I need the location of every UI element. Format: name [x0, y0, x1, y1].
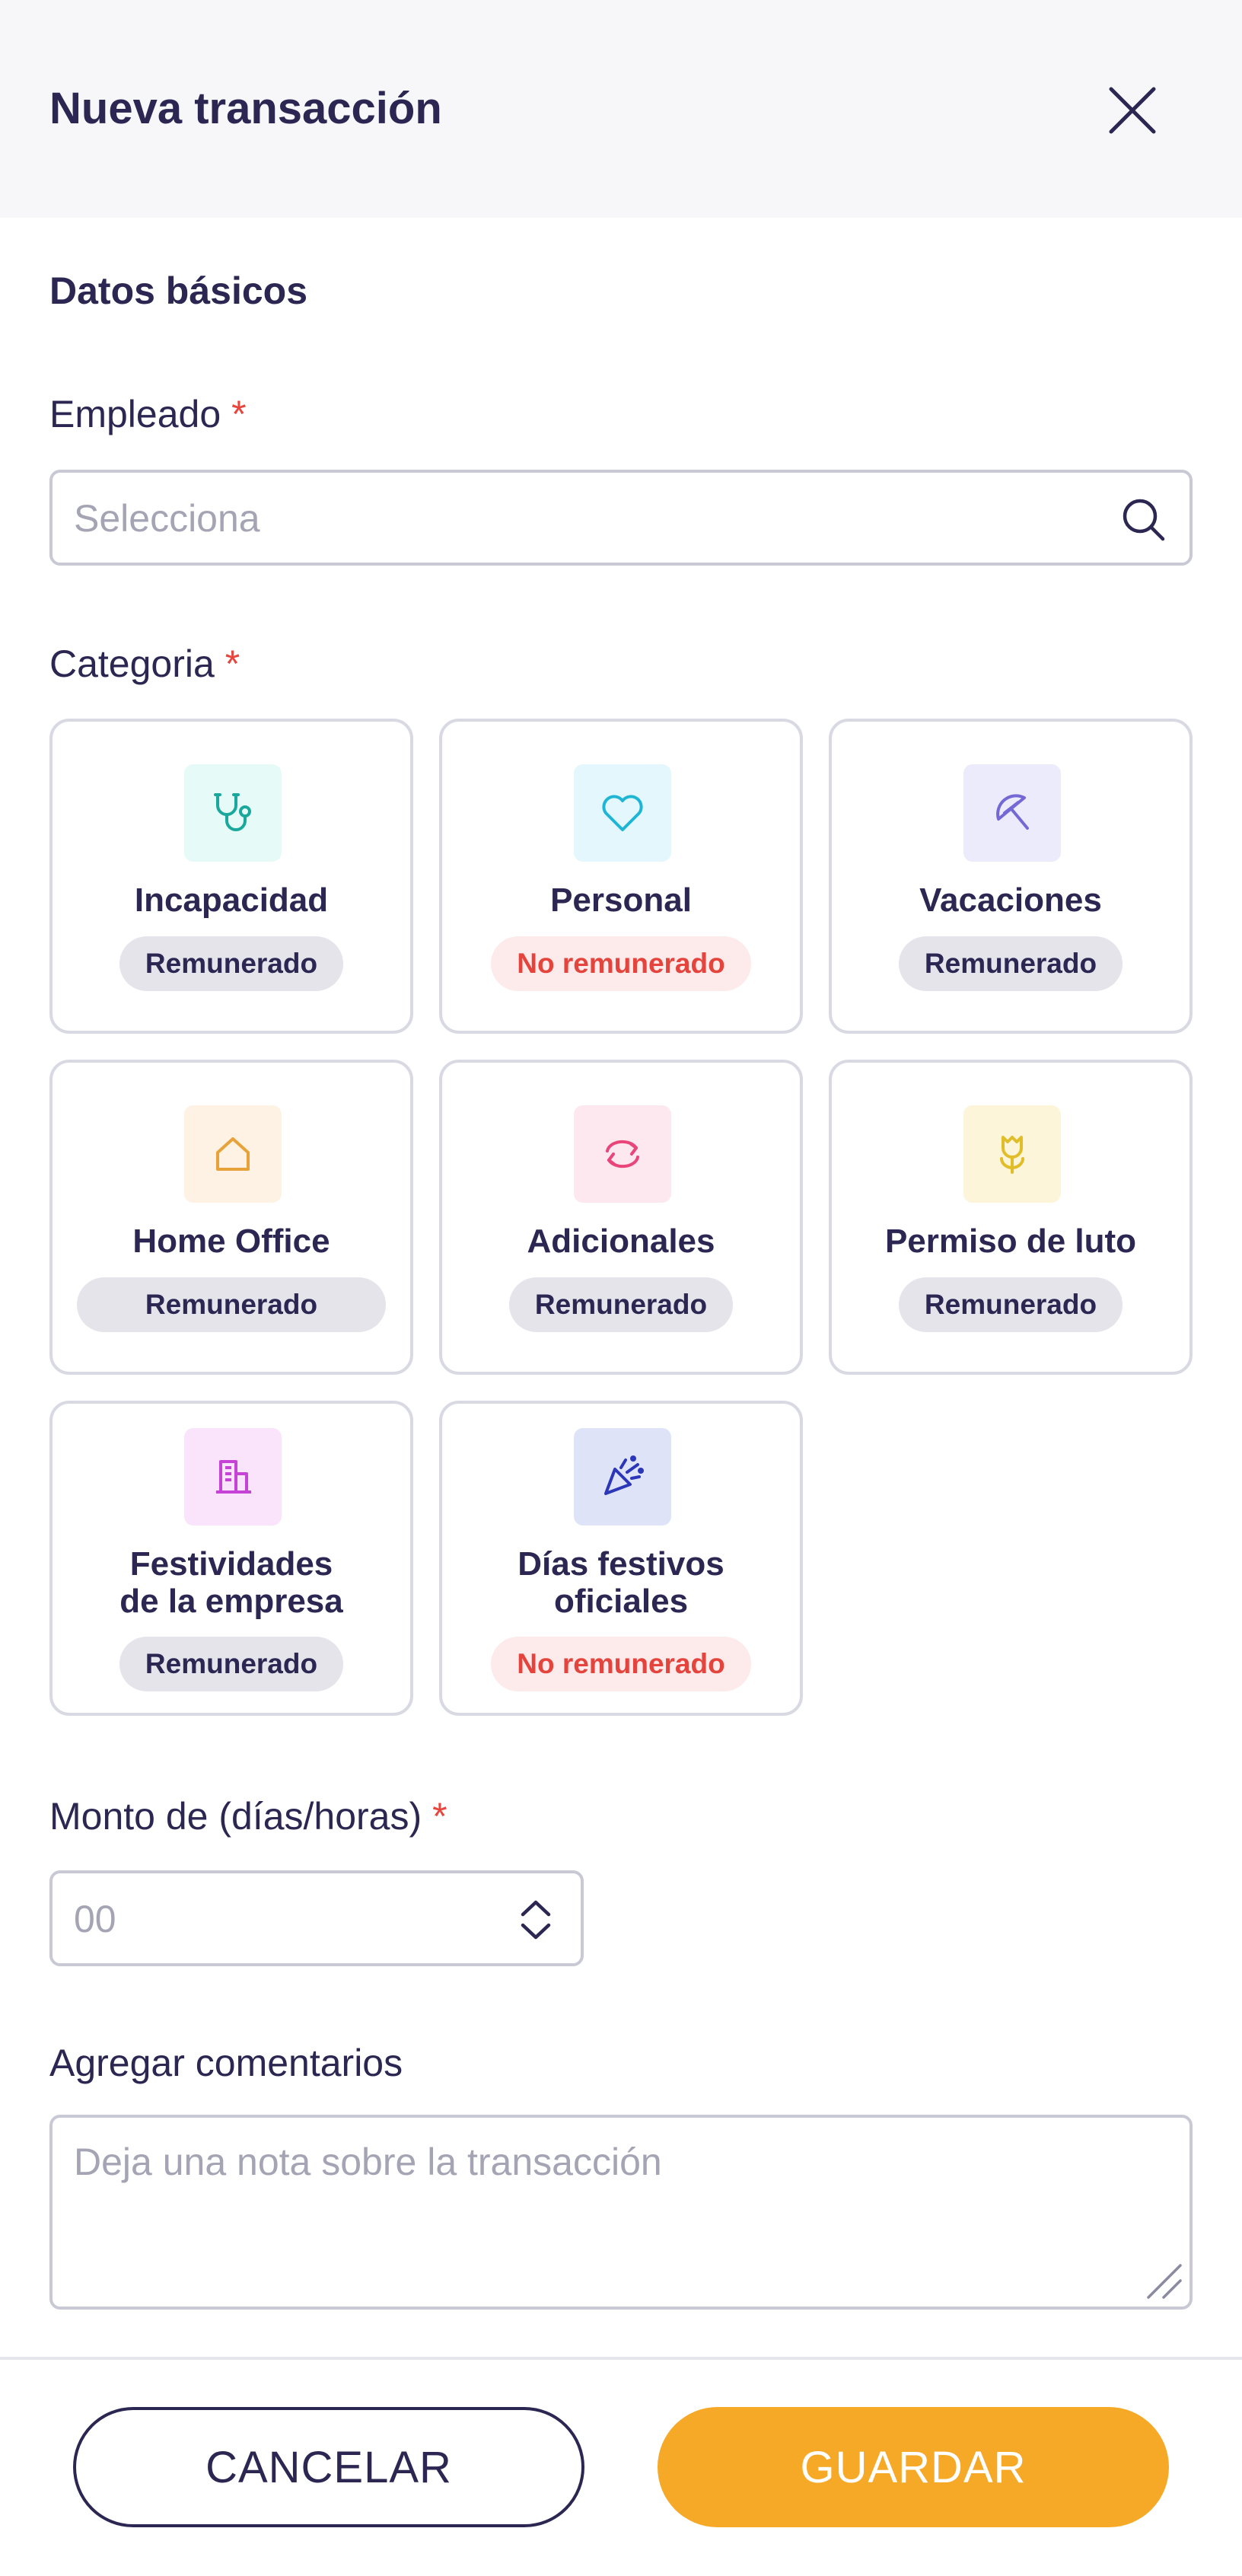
- category-name: Adicionales: [527, 1223, 715, 1260]
- category-name-line: de la empresa: [119, 1583, 343, 1620]
- amount-input[interactable]: [74, 1895, 485, 1943]
- section-title: Datos básicos: [49, 269, 308, 312]
- category-icon-box: [574, 1105, 671, 1203]
- category-grid: Incapacidad Remunerado Personal No remun…: [49, 719, 1193, 1717]
- category-name: Home Office: [132, 1223, 330, 1260]
- employee-label-text: Empleado: [49, 393, 221, 435]
- status-badge: Remunerado: [898, 1277, 1123, 1332]
- category-name: Vacaciones: [919, 882, 1102, 919]
- status-badge: Remunerado: [898, 936, 1123, 991]
- category-name: Días festivos oficiales: [450, 1545, 792, 1620]
- category-icon-box: [184, 764, 282, 862]
- comments-label: Agregar comentarios: [49, 2042, 403, 2084]
- required-mark: *: [432, 1795, 447, 1838]
- category-label: Categoria *: [49, 639, 240, 688]
- employee-search-field[interactable]: [49, 470, 1193, 566]
- refresh-icon: [606, 1140, 639, 1168]
- close-icon: [1109, 87, 1156, 134]
- party-popper-icon: [604, 1455, 644, 1495]
- save-button[interactable]: GUARDAR: [658, 2407, 1169, 2527]
- modal-header: Nueva transacción: [0, 0, 1242, 218]
- category-icon-box: [963, 1105, 1061, 1203]
- category-card-festividades[interactable]: Festividades de la empresa Remunerado: [49, 1401, 413, 1716]
- category-name: Permiso de luto: [884, 1223, 1137, 1260]
- category-name-line: Días festivos: [518, 1545, 724, 1583]
- comments-field[interactable]: [49, 2115, 1193, 2310]
- comments-textarea[interactable]: [74, 2138, 1139, 2282]
- tulip-icon: [1000, 1136, 1024, 1174]
- status-badge: No remunerado: [491, 1637, 751, 1691]
- resize-handle-icon[interactable]: [1144, 2261, 1183, 2300]
- employee-search-input[interactable]: [74, 494, 1063, 543]
- chevron-up-down-icon[interactable]: [509, 1893, 562, 1946]
- amount-label-text: Monto de (días/horas): [49, 1795, 422, 1838]
- amount-label: Monto de (días/horas) *: [49, 1792, 447, 1841]
- building-icon: [216, 1460, 251, 1494]
- category-card-adicionales[interactable]: Adicionales Remunerado: [439, 1060, 803, 1375]
- category-icon-box: [574, 764, 671, 862]
- status-badge: No remunerado: [491, 936, 751, 991]
- category-card-personal[interactable]: Personal No remunerado: [439, 719, 803, 1034]
- umbrella-icon: [996, 794, 1029, 830]
- category-card-home-office[interactable]: Home Office Remunerado: [49, 1060, 413, 1375]
- category-card-permiso-de-luto[interactable]: Permiso de luto Remunerado: [829, 1060, 1193, 1375]
- search-icon[interactable]: [1119, 496, 1167, 543]
- category-name: Festividades de la empresa: [60, 1545, 403, 1620]
- category-card-incapacidad[interactable]: Incapacidad Remunerado: [49, 719, 413, 1034]
- status-badge: Remunerado: [508, 1277, 734, 1332]
- status-badge: Remunerado: [119, 936, 344, 991]
- category-name: Incapacidad: [134, 882, 329, 919]
- cancel-button[interactable]: CANCELAR: [73, 2407, 584, 2527]
- category-icon-box: [963, 764, 1061, 862]
- close-button[interactable]: [1094, 76, 1170, 145]
- employee-label: Empleado *: [49, 390, 247, 438]
- required-mark: *: [225, 642, 240, 685]
- category-label-text: Categoria: [49, 642, 215, 685]
- amount-field[interactable]: [49, 1870, 584, 1966]
- category-name-line: oficiales: [553, 1583, 689, 1620]
- status-badge: Remunerado: [76, 1277, 387, 1332]
- home-icon: [216, 1137, 250, 1171]
- modal-title: Nueva transacción: [49, 84, 442, 133]
- category-icon-box: [184, 1428, 282, 1526]
- category-icon-box: [184, 1105, 282, 1203]
- category-icon-box: [574, 1428, 671, 1526]
- category-name: Personal: [550, 882, 692, 919]
- category-card-dias-festivos[interactable]: Días festivos oficiales No remunerado: [439, 1401, 803, 1716]
- footer-divider: [0, 2357, 1242, 2360]
- category-name-line: Festividades: [129, 1545, 333, 1583]
- status-badge: Remunerado: [119, 1637, 344, 1691]
- required-mark: *: [231, 393, 247, 435]
- heart-icon: [602, 795, 643, 831]
- stethoscope-icon: [214, 793, 251, 831]
- category-card-vacaciones[interactable]: Vacaciones Remunerado: [829, 719, 1193, 1034]
